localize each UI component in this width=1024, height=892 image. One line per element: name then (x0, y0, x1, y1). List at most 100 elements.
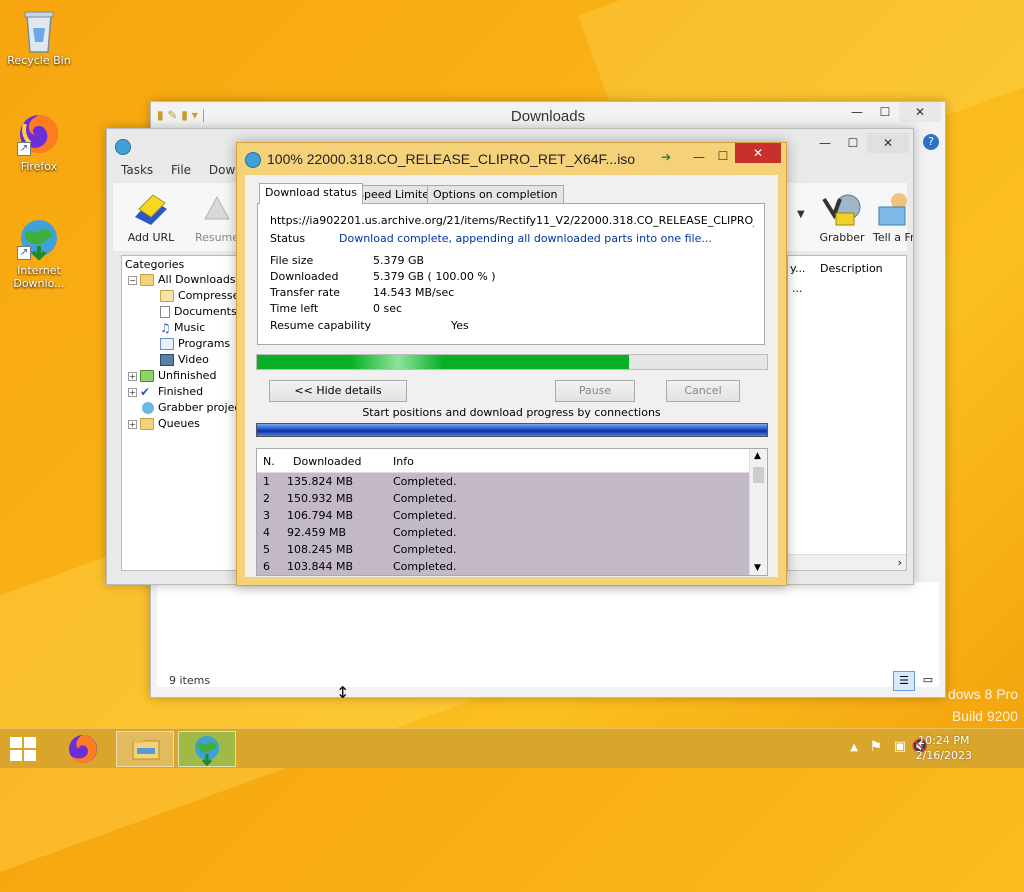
column-header-info[interactable]: Info (393, 455, 414, 468)
tree-programs[interactable]: Programs (160, 336, 230, 352)
taskbar: ▲ ⚑ ▣ 🔇 10:24 PM 2/16/2023 (0, 728, 1024, 768)
connection-row[interactable]: 2 150.932 MB Completed. (257, 490, 749, 507)
categories-tree[interactable]: Categories − All Downloads Compresse Docu… (121, 255, 241, 571)
start-button[interactable] (10, 737, 36, 761)
show-hidden-icons-icon[interactable]: ▲ (850, 742, 858, 753)
tree-video[interactable]: Video (160, 352, 209, 368)
cancel-button[interactable]: Cancel (666, 380, 740, 402)
globe-icon (142, 402, 154, 414)
pause-button[interactable]: Pause (555, 380, 635, 402)
explorer-title: Downloads (510, 108, 586, 125)
download-status-panel: https://ia902201.us.archive.org/21/items… (257, 203, 765, 345)
tree-music[interactable]: ♫ Music (160, 320, 205, 336)
minimize-icon[interactable]: — (811, 133, 839, 153)
connection-row[interactable]: 3 106.794 MB Completed. (257, 507, 749, 524)
details-view-icon[interactable]: ☰ (893, 671, 915, 691)
connections-table[interactable]: N. Downloaded Info 1 135.824 MB Completed.… (256, 448, 768, 576)
connection-downloaded: 106.794 MB (287, 509, 354, 522)
scroll-right-icon[interactable]: › (898, 556, 902, 569)
windows-edition-watermark: dows 8 Pro (947, 686, 1018, 702)
maximize-icon[interactable]: ☐ (839, 133, 867, 153)
taskbar-file-explorer[interactable] (116, 731, 174, 767)
connection-number: 6 (263, 560, 270, 573)
toolbar-dropdown-arrow-icon[interactable]: ▼ (797, 209, 805, 220)
expand-icon[interactable]: + (128, 387, 137, 397)
minimize-icon[interactable]: — (843, 102, 871, 122)
taskbar-firefox[interactable] (54, 731, 112, 767)
resume-capability-label: Resume capability (270, 319, 372, 332)
large-icons-view-icon[interactable]: ▭ (919, 671, 937, 691)
file-size-label: File size (270, 254, 314, 267)
connection-info: Completed. (393, 509, 457, 522)
desktop-icon-firefox[interactable]: ↗ Firefox (0, 112, 78, 173)
connection-row[interactable]: 1 135.824 MB Completed. (257, 473, 749, 490)
desktop-icon-label: Firefox (20, 160, 58, 173)
resize-cursor-icon: ↕ (336, 683, 350, 702)
expand-icon[interactable]: + (128, 371, 137, 381)
tray-clock[interactable]: 10:24 PM 2/16/2023 (916, 733, 972, 763)
connection-row[interactable]: 4 92.459 MB Completed. (257, 524, 749, 541)
connections-rows: 1 135.824 MB Completed. 2 150.932 MB Complete… (257, 473, 749, 575)
file-size-value: 5.379 GB (373, 254, 425, 267)
close-icon[interactable]: ✕ (735, 143, 781, 163)
tree-grabber-projects[interactable]: Grabber projec (142, 400, 240, 416)
add-url-button[interactable]: Add URL (119, 189, 183, 244)
desktop-icon-recycle-bin[interactable]: Recycle Bin (0, 6, 78, 67)
collapse-icon[interactable]: − (128, 275, 137, 285)
tree-queues[interactable]: + Queues (128, 416, 200, 432)
horizontal-scrollbar[interactable]: › (788, 554, 906, 570)
resume-capability-value: Yes (451, 319, 469, 332)
column-header-number[interactable]: N. (263, 455, 275, 468)
document-icon (160, 306, 170, 318)
recycle-bin-icon (17, 6, 61, 53)
clock-time: 10:24 PM (918, 734, 970, 747)
explorer-content-pane[interactable] (157, 582, 939, 687)
tree-compressed[interactable]: Compresse (160, 288, 239, 304)
tree-all-downloads[interactable]: − All Downloads (128, 272, 236, 288)
status-label: Status (270, 232, 306, 245)
column-header-description[interactable]: Description (820, 262, 883, 275)
scroll-up-icon[interactable]: ▲ (754, 451, 761, 461)
tab-download-status[interactable]: Download status (259, 183, 363, 204)
maximize-icon[interactable]: ☐ (709, 146, 737, 166)
network-icon[interactable]: ▣ (894, 739, 906, 754)
menu-tasks[interactable]: Tasks (121, 163, 153, 177)
scroll-down-icon[interactable]: ▼ (754, 563, 761, 573)
tab-options-on-completion[interactable]: Options on completion (427, 185, 564, 203)
close-icon[interactable]: ✕ (867, 133, 909, 153)
tree-finished[interactable]: + ✔ Finished (128, 384, 203, 400)
maximize-icon[interactable]: ☐ (871, 102, 899, 122)
tell-a-friend-button[interactable]: Tell a Fri (873, 189, 913, 244)
download-progress-dialog[interactable]: 100% 22000.318.CO_RELEASE_CLIPRO_RET_X64… (236, 142, 787, 586)
column-header-y[interactable]: y... (790, 262, 805, 275)
tree-documents[interactable]: Documents (160, 304, 237, 320)
add-url-icon (129, 189, 173, 229)
download-list[interactable]: y... Description ... › (787, 255, 907, 571)
taskbar-idm[interactable] (178, 731, 236, 767)
folder-open-icon (140, 274, 154, 286)
help-icon[interactable]: ? (923, 134, 939, 150)
connection-number: 5 (263, 543, 270, 556)
pin-arrow-icon[interactable]: ➔ (661, 150, 671, 164)
menu-file[interactable]: File (171, 163, 191, 177)
desktop-icon-idm[interactable]: ↗ Internet Downlo... (0, 216, 78, 290)
connections-progress-bar (256, 423, 768, 437)
expand-icon[interactable]: + (128, 419, 137, 429)
connection-info: Completed. (393, 475, 457, 488)
grabber-button[interactable]: Grabber (813, 189, 871, 244)
connection-row[interactable]: 5 108.245 MB Completed. (257, 541, 749, 558)
hide-details-button[interactable]: << Hide details (269, 380, 407, 402)
close-icon[interactable]: ✕ (899, 102, 941, 122)
time-left-label: Time left (270, 302, 319, 315)
checkmark-icon: ✔ (140, 385, 151, 399)
scroll-thumb[interactable] (753, 467, 764, 483)
connection-row[interactable]: 6 103.844 MB Completed. (257, 558, 749, 575)
tree-unfinished[interactable]: + Unfinished (128, 368, 216, 384)
queue-folder-icon (140, 418, 154, 430)
action-center-flag-icon[interactable]: ⚑ (869, 739, 882, 755)
column-header-downloaded[interactable]: Downloaded (293, 455, 361, 468)
download-url: https://ia902201.us.archive.org/21/items… (270, 214, 754, 227)
connection-info: Completed. (393, 560, 457, 573)
vertical-scrollbar[interactable]: ▲ ▼ (749, 449, 767, 575)
downloaded-value: 5.379 GB ( 100.00 % ) (373, 270, 496, 283)
